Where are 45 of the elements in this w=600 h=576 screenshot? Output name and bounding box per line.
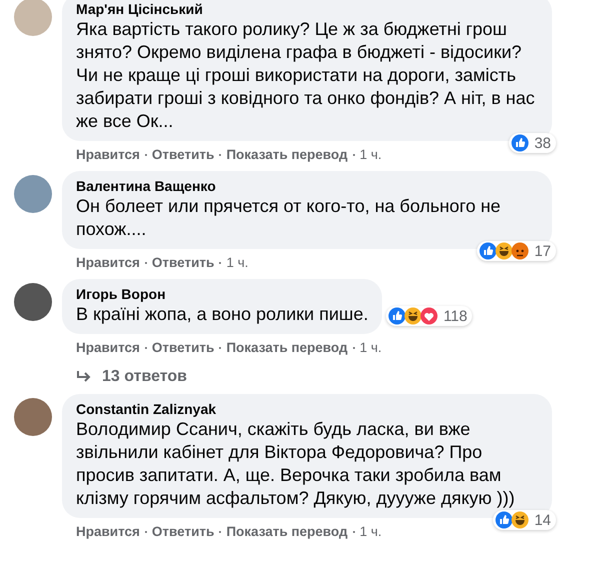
reaction-icon	[496, 242, 513, 260]
comment-action-link[interactable]: Показать перевод	[226, 147, 348, 163]
author-name[interactable]: Мар'ян Цісінський	[76, 0, 538, 18]
timestamp[interactable]: 1 ч.	[360, 524, 382, 540]
comment-action-link[interactable]: Нравится	[76, 340, 140, 356]
reaction-icon	[512, 512, 529, 528]
comment-text: Яка вартість такого ролику? Це ж за бюджетні грош знято? Окремо виділена графа в бюджеті - відосики? Чи не краще ці гроші використати на дороги, замість забирати гроші з ковідного та онко фондів? А ніт, в нас же все Ок...	[76, 18, 536, 133]
comment-action-link[interactable]: Нравится	[76, 147, 140, 163]
reaction-count: 38	[534, 134, 551, 152]
timestamp[interactable]: 1 ч.	[360, 340, 382, 356]
timestamp[interactable]: 1 ч.	[360, 147, 382, 163]
author-name[interactable]: Constantin Zaliznyak	[76, 400, 538, 418]
comment-text: Он болеет или прячется от кого-то, на больного не похож....	[76, 195, 502, 241]
reaction-icon	[512, 134, 529, 152]
reaction-badge[interactable]: 118	[386, 306, 472, 326]
reaction-icon	[512, 242, 529, 260]
comment-action-link[interactable]: Нравится	[76, 255, 140, 271]
comment-action-link[interactable]: Ответить	[152, 340, 214, 356]
reply-arrow-icon	[76, 370, 92, 384]
avatar[interactable]	[14, 398, 52, 436]
author-name[interactable]: Валентина Ващенко	[76, 177, 538, 195]
reaction-count: 14	[534, 512, 551, 528]
comment-action-link[interactable]: Ответить	[152, 524, 214, 540]
avatar[interactable]	[14, 283, 52, 321]
comment-action-link[interactable]: Нравится	[76, 524, 140, 540]
reaction-count: 118	[443, 308, 468, 324]
comment-action-link[interactable]: Показать перевод	[226, 524, 348, 540]
comment-action-link[interactable]: Ответить	[152, 255, 214, 271]
reaction-icon	[404, 308, 422, 324]
comment-text: В країні жопа, а воно ролики пише.	[76, 303, 368, 326]
avatar[interactable]	[14, 175, 52, 213]
reaction-badge[interactable]: 38	[509, 133, 556, 153]
view-replies-link[interactable]: 13 ответов	[62, 356, 187, 386]
reaction-icon	[480, 242, 497, 260]
author-name[interactable]: Игорь Ворон	[76, 285, 368, 303]
comment-text: Володимир Ссанич, скажіть будь ласка, ви вже звільнили кабінет для Віктора Федоровича? Про просив запитати. А, ще. Верочка таки зробила вам клізму горячим асфальтом? Дякую, дуууже дякую )))	[76, 418, 516, 510]
reaction-count: 17	[534, 242, 551, 260]
reaction-icon	[420, 308, 438, 324]
comment-action-link[interactable]: Показать перевод	[226, 340, 348, 356]
comment-action-link[interactable]: Ответить	[152, 147, 214, 163]
reaction-icon	[496, 512, 513, 528]
timestamp[interactable]: 1 ч.	[226, 255, 248, 271]
reaction-badge[interactable]: 17	[477, 241, 556, 261]
reaction-icon	[388, 308, 406, 324]
reaction-badge[interactable]: 14	[493, 510, 556, 530]
